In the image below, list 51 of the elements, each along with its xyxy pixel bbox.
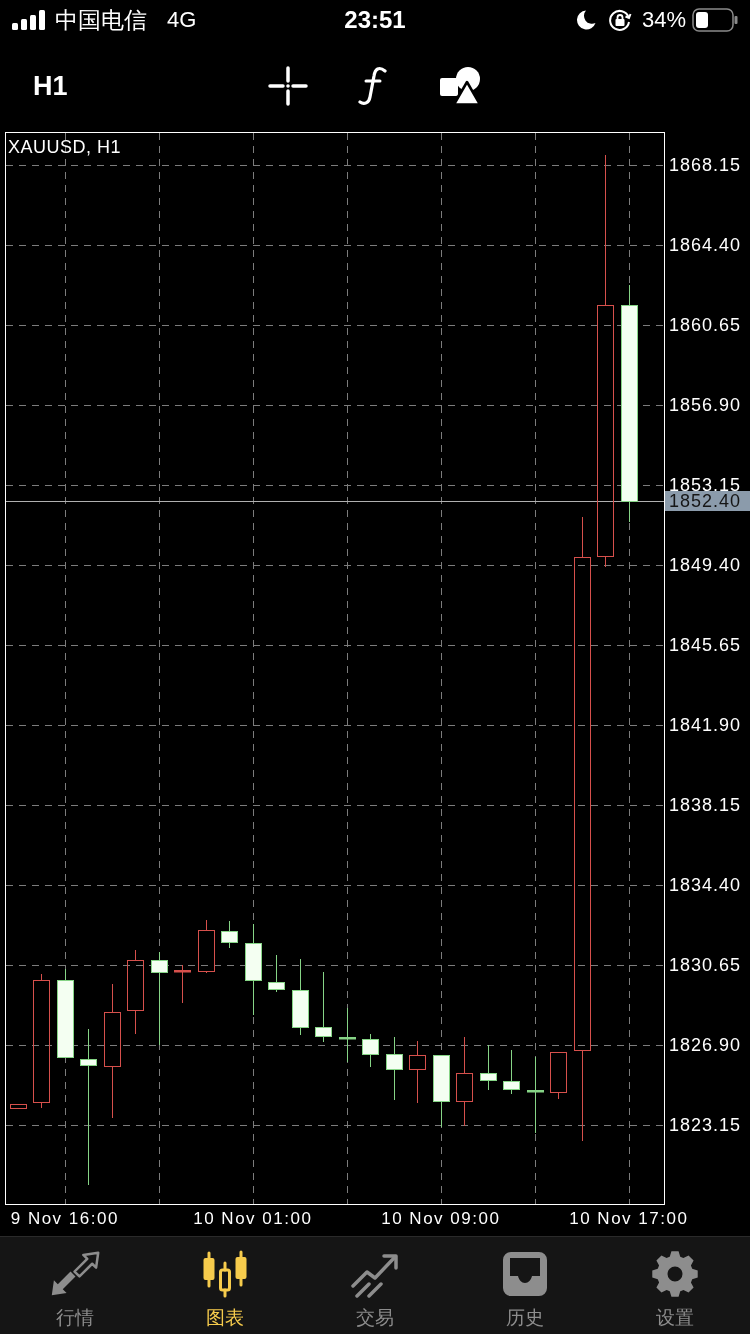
price-axis-label: 1826.90	[668, 1037, 742, 1053]
rotation-lock-icon	[607, 8, 632, 32]
timeframe-button[interactable]: H1	[33, 70, 68, 102]
price-axis-label: 1860.65	[668, 317, 742, 333]
time-axis-label: 9 Nov 16:00	[10, 1209, 119, 1229]
time-axis-label: 10 Nov 09:00	[381, 1209, 501, 1229]
crosshair-icon[interactable]	[268, 66, 308, 106]
price-axis-label: 1841.90	[668, 717, 742, 733]
price-axis-label: 1834.40	[668, 877, 742, 893]
price-axis-label: 1849.40	[668, 557, 742, 573]
nav-tab[interactable]: 交易	[300, 1237, 450, 1334]
candle	[362, 1033, 379, 1068]
price-axis-label: 1830.65	[668, 957, 742, 973]
time-axis-label: 10 Nov 17:00	[569, 1209, 689, 1229]
candle	[480, 1044, 497, 1091]
signal-icon	[12, 10, 46, 30]
nav-tab[interactable]: 历史	[450, 1237, 600, 1334]
candle	[339, 1007, 356, 1063]
candle	[409, 1040, 426, 1104]
candle	[10, 1104, 27, 1109]
double-arrow-icon	[49, 1250, 101, 1298]
chart-title: XAUUSD, H1	[8, 137, 122, 157]
carrier-name: 中国电信	[55, 6, 147, 34]
price-axis-label: 1823.15	[668, 1117, 742, 1133]
nav-tab[interactable]: 图表	[150, 1237, 300, 1334]
candle	[221, 920, 238, 949]
price-axis-label: 1853.15	[668, 477, 742, 493]
candle	[315, 971, 332, 1043]
candle	[503, 1049, 520, 1095]
current-price-tag: 1852.40	[665, 491, 750, 511]
price-axis-label: 1856.90	[668, 397, 742, 413]
time-axis-label: 10 Nov 01:00	[193, 1209, 313, 1229]
battery-icon	[692, 8, 738, 32]
battery-percent: 34%	[641, 6, 686, 34]
gear-icon	[649, 1250, 701, 1298]
price-axis-label: 1845.65	[668, 637, 742, 653]
candle	[198, 919, 215, 974]
nav-tab[interactable]: 设置	[600, 1237, 750, 1334]
candle	[268, 954, 285, 993]
network-type: 4G	[167, 6, 197, 34]
price-axis-label: 1864.40	[668, 237, 742, 253]
moon-icon	[575, 10, 596, 30]
clock-time: 23:51	[344, 6, 406, 34]
price-axis-label: 1868.15	[668, 157, 742, 173]
function-icon[interactable]	[358, 66, 388, 106]
candle	[386, 1036, 403, 1101]
candle	[550, 1052, 567, 1100]
price-axis-label: 1838.15	[668, 797, 742, 813]
candle	[174, 964, 191, 1004]
shapes-icon[interactable]	[440, 66, 482, 106]
nav-tab[interactable]: 行情	[0, 1237, 150, 1334]
